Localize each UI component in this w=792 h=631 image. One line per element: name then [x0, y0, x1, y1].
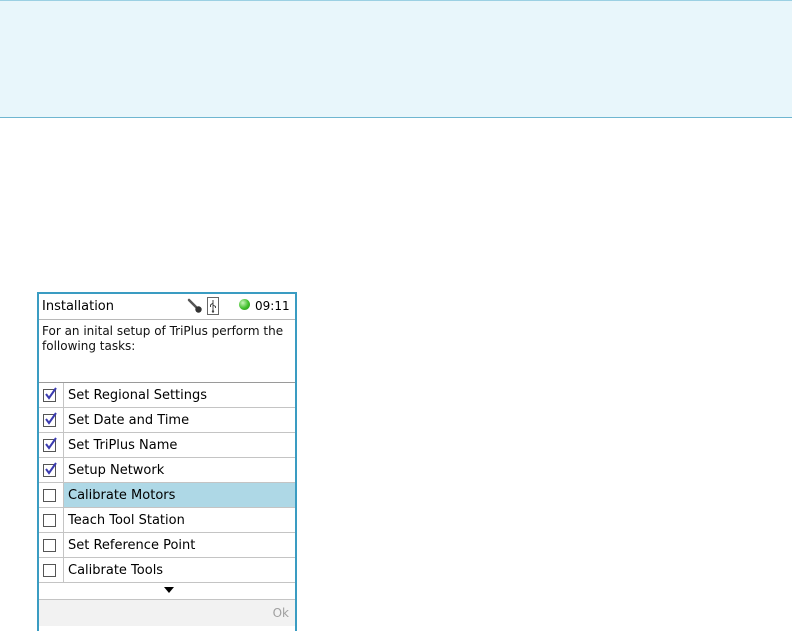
- usb-icon: [207, 297, 219, 319]
- wrench-icon: [187, 298, 203, 318]
- task-item[interactable]: Set Date and Time: [39, 408, 295, 433]
- task-item[interactable]: Set Regional Settings: [39, 383, 295, 408]
- task-label: Set Reference Point: [68, 538, 196, 553]
- ok-button[interactable]: Ok: [273, 606, 289, 620]
- window-title: Installation: [42, 299, 115, 314]
- task-item[interactable]: Set TriPlus Name: [39, 433, 295, 458]
- task-checkbox[interactable]: [43, 437, 57, 452]
- task-label: Calibrate Motors: [64, 483, 295, 507]
- softkey-bar: Ok: [39, 600, 295, 626]
- task-list: Set Regional Settings Set Date and Time …: [39, 383, 295, 583]
- task-checkbox[interactable]: [43, 539, 56, 552]
- status-indicator-icon: [239, 299, 250, 310]
- task-label: Calibrate Tools: [68, 563, 164, 578]
- device-screen: Installation 09:11 For an inital setup o…: [37, 292, 297, 631]
- task-label: Set Date and Time: [68, 413, 190, 428]
- task-item-selected[interactable]: Calibrate Motors: [39, 483, 295, 508]
- task-label: Set TriPlus Name: [68, 438, 178, 453]
- task-checkbox[interactable]: [43, 412, 57, 427]
- task-item[interactable]: Setup Network: [39, 458, 295, 483]
- down-arrow-icon[interactable]: [164, 587, 174, 593]
- task-checkbox[interactable]: [43, 514, 56, 527]
- task-label: Setup Network: [68, 463, 165, 478]
- task-checkbox[interactable]: [43, 462, 57, 477]
- task-label: Teach Tool Station: [68, 513, 185, 528]
- scroll-indicator[interactable]: [39, 583, 295, 600]
- task-item[interactable]: Calibrate Tools: [39, 558, 295, 583]
- task-item[interactable]: Set Reference Point: [39, 533, 295, 558]
- title-bar: Installation 09:11: [39, 294, 295, 320]
- top-banner: [0, 0, 792, 118]
- task-checkbox[interactable]: [43, 564, 56, 577]
- task-checkbox[interactable]: [43, 489, 56, 502]
- clock: 09:11: [255, 299, 290, 313]
- instructions-text: For an inital setup of TriPlus perform t…: [39, 320, 295, 383]
- task-checkbox[interactable]: [43, 387, 57, 402]
- task-item[interactable]: Teach Tool Station: [39, 508, 295, 533]
- task-label: Set Regional Settings: [68, 388, 208, 403]
